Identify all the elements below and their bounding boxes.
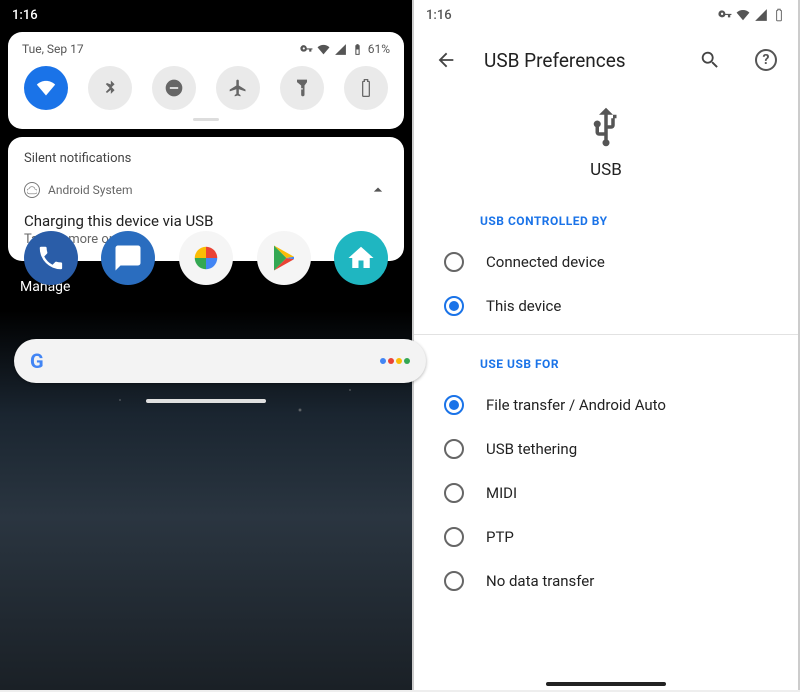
help-button[interactable]: ? xyxy=(748,42,784,78)
page-title: USB Preferences xyxy=(484,49,672,72)
use-usb-for-option[interactable]: MIDI xyxy=(414,471,798,515)
play-store-app-icon[interactable] xyxy=(257,231,311,285)
section-header-use-for: USE USB FOR xyxy=(414,341,798,383)
radio-button[interactable] xyxy=(444,527,464,547)
radio-label: Connected device xyxy=(486,253,605,271)
wifi-status-icon xyxy=(736,8,750,22)
nav-gesture-pill[interactable] xyxy=(146,399,266,403)
collapse-icon[interactable] xyxy=(368,180,388,200)
help-icon: ? xyxy=(755,49,777,71)
launcher-app-icon[interactable] xyxy=(334,231,388,285)
qs-expand-handle[interactable] xyxy=(193,118,219,121)
battery-status-icon xyxy=(772,8,786,22)
radio-button[interactable] xyxy=(444,571,464,591)
signal-icon xyxy=(334,42,348,56)
use-usb-for-option[interactable]: USB tethering xyxy=(414,427,798,471)
qs-status-icons: 61% xyxy=(300,42,390,56)
notification-app-name: Android System xyxy=(48,183,133,197)
battery-percent: 61% xyxy=(368,42,390,56)
google-search-bar[interactable]: G xyxy=(14,339,426,383)
back-button[interactable] xyxy=(428,42,464,78)
status-clock: 1:16 xyxy=(426,8,452,23)
qs-tile-wifi[interactable] xyxy=(24,66,68,110)
radio-label: No data transfer xyxy=(486,572,594,590)
radio-button[interactable] xyxy=(444,395,464,415)
radio-button[interactable] xyxy=(444,439,464,459)
notification-section-title: Silent notifications xyxy=(24,151,388,166)
signal-icon xyxy=(754,8,768,22)
notification-title: Charging this device via USB xyxy=(24,212,388,230)
battery-status-icon xyxy=(351,42,365,56)
status-clock: 1:16 xyxy=(12,8,38,23)
nav-gesture-pill[interactable] xyxy=(546,682,666,686)
vpn-key-icon xyxy=(300,42,314,56)
divider xyxy=(414,334,798,335)
section-header-controlled-by: USB CONTROLLED BY xyxy=(414,198,798,240)
quick-settings-panel: Tue, Sep 17 61% xyxy=(8,32,404,129)
status-bar: 1:16 xyxy=(0,0,412,30)
status-bar: 1:16 xyxy=(414,0,798,30)
radio-button[interactable] xyxy=(444,483,464,503)
radio-button[interactable] xyxy=(444,296,464,316)
search-button[interactable] xyxy=(692,42,728,78)
usb-hero: USB xyxy=(414,82,798,198)
qs-tile-battery-saver[interactable] xyxy=(344,66,388,110)
controlled-by-option[interactable]: Connected device xyxy=(414,240,798,284)
vpn-key-icon xyxy=(718,8,732,22)
messages-app-icon[interactable] xyxy=(101,231,155,285)
google-logo-icon: G xyxy=(30,349,44,373)
android-system-icon xyxy=(24,182,40,198)
radio-label: PTP xyxy=(486,528,514,546)
assistant-icon[interactable] xyxy=(380,358,410,364)
app-bar: USB Preferences ? xyxy=(414,30,798,82)
home-dock xyxy=(0,231,412,285)
radio-label: USB tethering xyxy=(486,440,577,458)
usb-hero-label: USB xyxy=(414,160,798,180)
qs-tile-dnd[interactable] xyxy=(152,66,196,110)
use-usb-for-option[interactable]: PTP xyxy=(414,515,798,559)
qs-date: Tue, Sep 17 xyxy=(22,42,84,56)
radio-label: MIDI xyxy=(486,484,517,502)
phone-app-icon[interactable] xyxy=(24,231,78,285)
qs-tile-bluetooth[interactable] xyxy=(88,66,132,110)
qs-tile-airplane[interactable] xyxy=(216,66,260,110)
use-usb-for-option[interactable]: File transfer / Android Auto xyxy=(414,383,798,427)
qs-tile-flashlight[interactable] xyxy=(280,66,324,110)
radio-button[interactable] xyxy=(444,252,464,272)
use-usb-for-option[interactable]: No data transfer xyxy=(414,559,798,603)
photos-app-icon[interactable] xyxy=(179,231,233,285)
controlled-by-option[interactable]: This device xyxy=(414,284,798,328)
radio-label: File transfer / Android Auto xyxy=(486,396,666,414)
wifi-status-icon xyxy=(317,42,331,56)
usb-icon xyxy=(585,106,627,148)
radio-label: This device xyxy=(486,297,561,315)
